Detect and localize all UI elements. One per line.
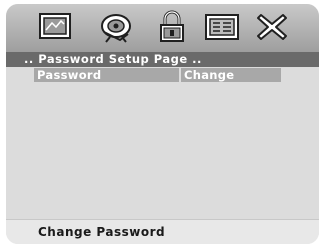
preference-icon[interactable] — [204, 10, 240, 44]
exit-icon[interactable] — [254, 10, 290, 44]
setup-toolbar — [6, 4, 319, 53]
status-bar-text: Change Password — [6, 219, 319, 244]
page-title: .. Password Setup Page .. — [6, 52, 319, 67]
general-setup-icon[interactable] — [37, 10, 73, 44]
menu-content: Password Change — [6, 67, 319, 219]
setup-menu-panel: .. Password Setup Page .. Password Chang… — [6, 4, 319, 244]
audio-setup-icon[interactable] — [98, 10, 134, 44]
password-lock-icon[interactable] — [154, 10, 190, 44]
menu-item-value[interactable]: Change — [181, 68, 281, 82]
menu-item-label[interactable]: Password — [34, 68, 179, 82]
